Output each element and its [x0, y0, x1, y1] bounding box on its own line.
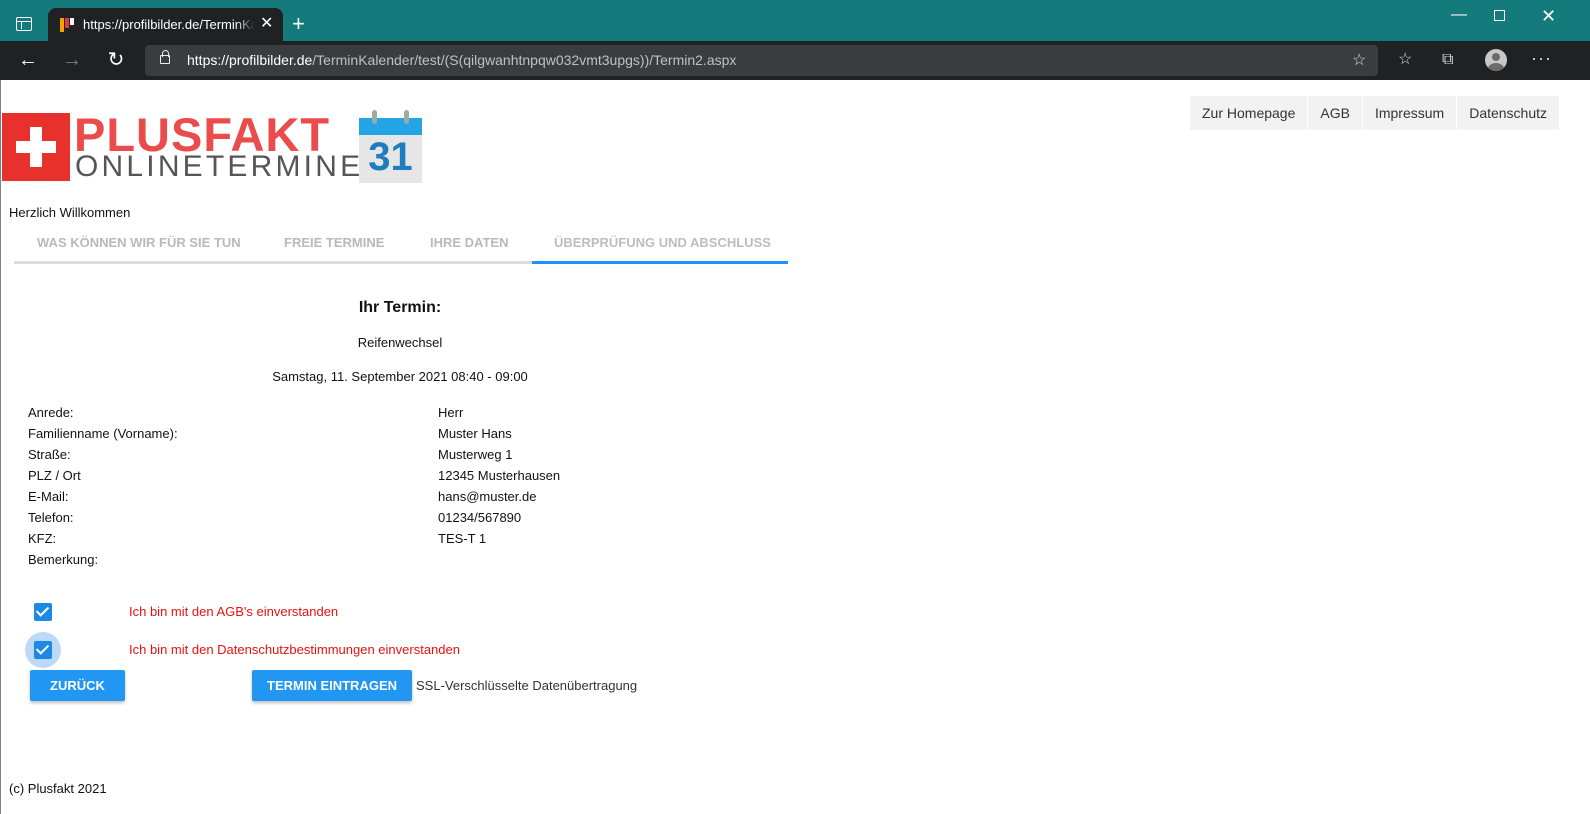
url-path: /TerminKalender/test/(S(qilgwanhtnpqw032…: [312, 52, 737, 68]
footer-copyright: (c) Plusfakt 2021: [9, 781, 107, 796]
nav-impressum[interactable]: Impressum: [1362, 96, 1458, 130]
detail-value: 01234/567890: [438, 510, 522, 525]
profile-avatar[interactable]: [1485, 49, 1507, 71]
add-favorite-icon[interactable]: ☆: [1352, 50, 1366, 70]
detail-label: Straße:: [28, 447, 71, 462]
tab-title: https://profilbilder.de/TerminKalender/t…: [83, 17, 255, 32]
step-review[interactable]: Überprüfung und Abschluss: [554, 235, 771, 250]
nav-agb[interactable]: AGB: [1308, 96, 1363, 130]
detail-label: Familienname (Vorname):: [28, 426, 178, 441]
agb-consent-label[interactable]: Ich bin mit den AGB's einverstanden: [129, 604, 338, 619]
logo-subtitle: ONLINETERMINE: [75, 150, 364, 183]
reload-icon[interactable]: ↻: [104, 49, 128, 73]
forward-icon[interactable]: →: [60, 49, 84, 73]
url-host: https://profilbilder.de: [187, 52, 313, 68]
detail-label: Telefon:: [28, 510, 74, 525]
nav-homepage[interactable]: Zur Homepage: [1190, 96, 1309, 130]
ssl-note: SSL-Verschlüsselte Datenübertragung: [416, 678, 638, 693]
welcome-text: Herzlich Willkommen: [9, 205, 131, 220]
plusfakt-logo[interactable]: PLUSFAKT ONLINETERMINE 31: [2, 110, 422, 185]
url-text[interactable]: https://profilbilder.de/TerminKalender/t…: [187, 52, 736, 68]
detail-value: Muster Hans: [438, 426, 512, 441]
browser-toolbar: ← → ↻ https://profilbilder.de/TerminKale…: [0, 41, 1590, 80]
detail-label: E-Mail:: [28, 489, 69, 504]
window-border: [0, 80, 1, 814]
browser-tab[interactable]: https://profilbilder.de/TerminKalender/t…: [48, 8, 283, 41]
nav-datenschutz[interactable]: Datenschutz: [1457, 96, 1561, 130]
favicon-icon: [60, 18, 74, 32]
lock-icon[interactable]: [160, 50, 170, 64]
tab-actions-icon[interactable]: [16, 17, 32, 31]
favorites-icon[interactable]: ☆: [1398, 51, 1412, 69]
new-tab-icon[interactable]: +: [292, 13, 305, 35]
step-free-slots[interactable]: Freie Termine: [284, 235, 384, 250]
browser-titlebar: https://profilbilder.de/TerminKalender/t…: [0, 0, 1590, 41]
step-services[interactable]: Was können wir für Sie tun: [37, 235, 241, 250]
detail-value: Musterweg 1: [438, 447, 513, 462]
close-tab-icon[interactable]: ✕: [260, 16, 273, 32]
detail-label: Bemerkung:: [28, 552, 99, 567]
top-navigation: Zur Homepage AGB Impressum Datenschutz: [1190, 96, 1561, 130]
detail-value: hans@muster.de: [438, 489, 537, 504]
minimize-icon[interactable]: —: [1451, 6, 1467, 24]
detail-value: 12345 Musterhausen: [438, 468, 561, 483]
cross-logo-icon: [2, 113, 70, 181]
submit-appointment-button[interactable]: Termin eintragen: [252, 670, 412, 701]
privacy-checkbox[interactable]: [34, 641, 52, 659]
appointment-service: Reifenwechsel: [357, 335, 443, 350]
address-bar[interactable]: https://profilbilder.de/TerminKalender/t…: [145, 45, 1378, 76]
detail-label: Anrede:: [28, 405, 74, 420]
privacy-consent-label[interactable]: Ich bin mit den Datenschutzbestimmungen …: [129, 642, 460, 657]
detail-label: KFZ:: [28, 531, 57, 546]
step-your-data[interactable]: Ihre Daten: [430, 235, 508, 250]
detail-value: TES-T 1: [438, 531, 487, 546]
appointment-datetime: Samstag, 11. September 2021 08:40 - 09:0…: [272, 369, 528, 384]
calendar-icon: 31: [359, 110, 422, 183]
appointment-heading: Ihr Termin:: [358, 299, 442, 316]
close-window-icon[interactable]: ✕: [1541, 6, 1556, 27]
detail-label: PLZ / Ort: [28, 468, 81, 483]
collections-icon[interactable]: ⧉: [1442, 51, 1453, 69]
active-step-indicator: [532, 261, 788, 264]
agb-checkbox[interactable]: [34, 603, 52, 621]
detail-value: Herr: [438, 405, 464, 420]
wizard-steps: Was können wir für Sie tun Freie Termine…: [14, 225, 788, 264]
maximize-icon[interactable]: [1494, 10, 1505, 21]
more-menu-icon[interactable]: ···: [1531, 49, 1552, 67]
back-icon[interactable]: ←: [16, 49, 40, 73]
calendar-day: 31: [368, 135, 413, 179]
back-button[interactable]: Zurück: [30, 670, 125, 701]
